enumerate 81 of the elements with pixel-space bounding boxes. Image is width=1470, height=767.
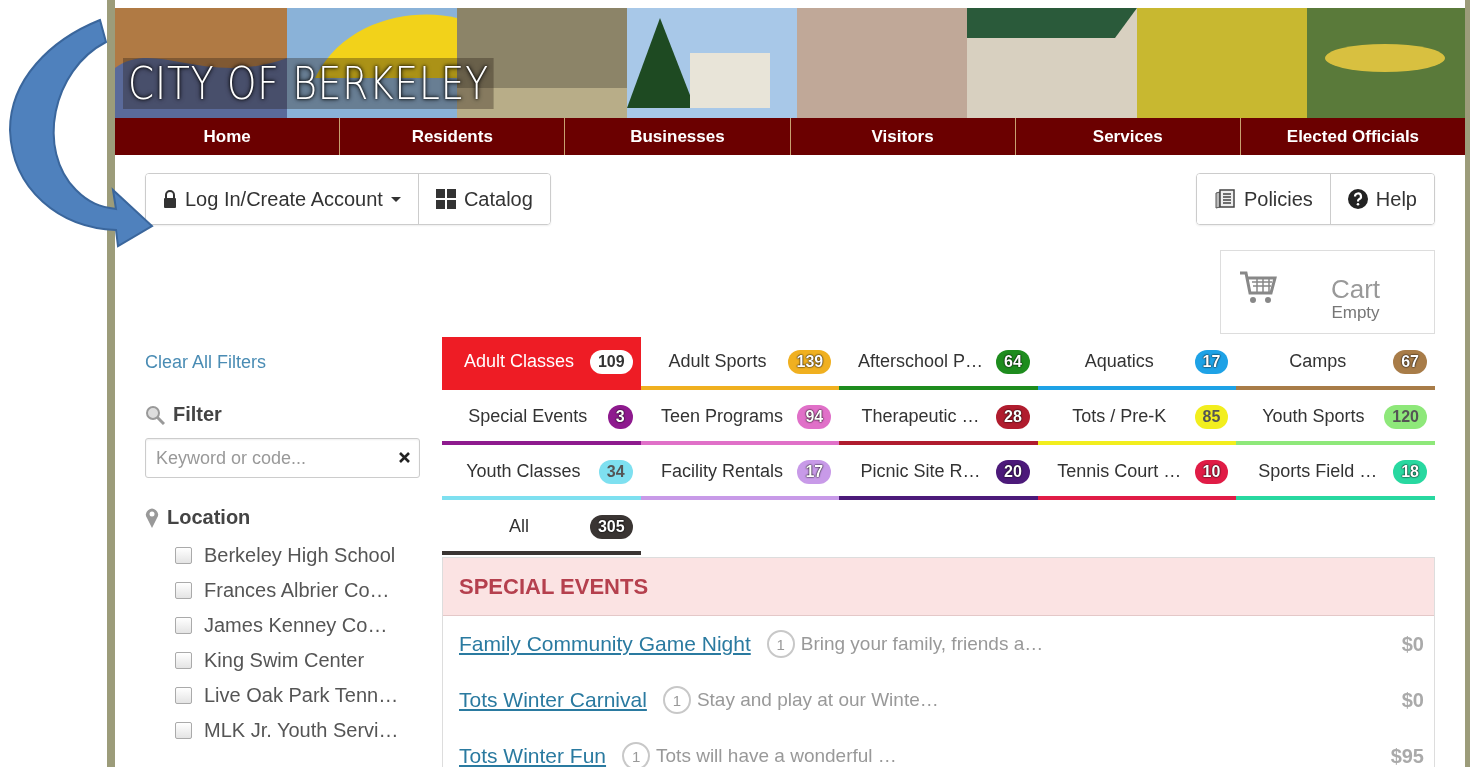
location-option: Frances Albrier Co… bbox=[204, 579, 390, 602]
section-title: SPECIAL EVENTS bbox=[459, 573, 649, 600]
nav-link[interactable]: Elected Officials bbox=[1239, 118, 1466, 155]
count-badge: 139 bbox=[788, 349, 832, 374]
count-badge: 17 bbox=[1194, 349, 1229, 374]
cart-title: Cart bbox=[1330, 275, 1381, 303]
location-heading: Location bbox=[167, 506, 251, 529]
checkbox[interactable] bbox=[175, 722, 192, 739]
category-tab[interactable]: Teen Programs 94 bbox=[640, 392, 840, 445]
event-price: $95 bbox=[1390, 744, 1424, 767]
event-description: Tots will have a wonderful … bbox=[656, 745, 898, 767]
category-tab[interactable]: Adult Sports 139 bbox=[640, 337, 840, 390]
map-pin-icon bbox=[145, 506, 159, 529]
count-badge: 109 bbox=[589, 349, 633, 374]
category-tab[interactable]: Tots / Pre-K 85 bbox=[1037, 392, 1237, 445]
event-link[interactable]: Tots Winter Carnival bbox=[459, 688, 647, 712]
count-badge: 10 bbox=[1194, 459, 1229, 484]
keyword-field[interactable]: Keyword or code... bbox=[145, 438, 420, 478]
filter-heading: Filter bbox=[173, 403, 222, 426]
nav-link[interactable]: Businesses bbox=[564, 118, 790, 155]
checkbox[interactable] bbox=[175, 687, 192, 704]
count-badge: 28 bbox=[996, 404, 1030, 429]
category-tab[interactable]: Afterschool P… 64 bbox=[839, 337, 1038, 390]
cart-status: Empty bbox=[1331, 303, 1380, 323]
clear-filters-link[interactable]: Clear All Filters bbox=[145, 352, 267, 373]
toolbar-button[interactable]: Policies bbox=[1196, 174, 1330, 224]
category-tab[interactable]: Youth Classes 34 bbox=[442, 447, 641, 500]
search-icon bbox=[145, 404, 165, 425]
cart-icon bbox=[1239, 271, 1277, 305]
event-price: $0 bbox=[1401, 688, 1424, 712]
cart-panel[interactable]: Cart Empty bbox=[1220, 250, 1435, 334]
nav-link[interactable]: Residents bbox=[339, 118, 565, 155]
count-badge: 1 bbox=[766, 630, 795, 658]
event-description: Bring your family, friends a… bbox=[800, 633, 1045, 655]
grid-icon bbox=[435, 189, 456, 209]
location-option: James Kenney Co… bbox=[204, 614, 388, 637]
category-tab[interactable]: Tennis Court … 10 bbox=[1037, 447, 1237, 500]
count-badge: 17 bbox=[797, 459, 832, 484]
count-badge: 1 bbox=[662, 686, 691, 714]
count-badge: 34 bbox=[598, 459, 633, 484]
category-tab[interactable]: Adult Classes 109 bbox=[442, 337, 641, 390]
category-tab[interactable]: Sports Field … 18 bbox=[1236, 447, 1435, 500]
count-badge: 1 bbox=[622, 742, 651, 767]
count-badge: 85 bbox=[1194, 404, 1229, 429]
count-badge: 305 bbox=[589, 514, 633, 539]
count-badge: 67 bbox=[1393, 349, 1427, 374]
nav-link[interactable]: Home bbox=[115, 118, 340, 155]
category-tab[interactable]: Camps 67 bbox=[1236, 337, 1435, 390]
checkbox[interactable] bbox=[175, 547, 192, 564]
category-tab[interactable]: Facility Rentals 17 bbox=[640, 447, 840, 500]
nav-link[interactable]: Visitors bbox=[789, 118, 1015, 155]
count-badge: 18 bbox=[1393, 459, 1427, 484]
count-badge: 94 bbox=[797, 404, 832, 429]
document-icon bbox=[1213, 189, 1236, 209]
category-tab[interactable]: Aquatics 17 bbox=[1037, 337, 1237, 390]
count-badge: 20 bbox=[996, 459, 1030, 484]
help-icon bbox=[1347, 189, 1368, 209]
toolbar-button[interactable]: Catalog bbox=[417, 174, 550, 224]
location-option: MLK Jr. Youth Servi… bbox=[204, 719, 399, 742]
category-tab[interactable]: Therapeutic … 28 bbox=[839, 392, 1038, 445]
location-option: King Swim Center bbox=[204, 649, 365, 672]
nav-link[interactable]: Services bbox=[1014, 118, 1240, 155]
event-price: $0 bbox=[1401, 632, 1424, 656]
clear-icon bbox=[399, 452, 410, 463]
toolbar-button[interactable]: Help bbox=[1329, 174, 1434, 224]
category-tab[interactable]: Picnic Site R… 20 bbox=[839, 447, 1038, 500]
count-badge: 3 bbox=[607, 404, 633, 429]
count-badge: 120 bbox=[1384, 404, 1427, 429]
category-tab[interactable]: Special Events 3 bbox=[442, 392, 641, 445]
location-option: Berkeley High School bbox=[204, 544, 396, 567]
category-tab[interactable]: Youth Sports 120 bbox=[1236, 392, 1435, 445]
checkbox[interactable] bbox=[175, 582, 192, 599]
event-description: Stay and play at our Winte… bbox=[696, 689, 940, 711]
location-option: Live Oak Park Tenn… bbox=[204, 684, 399, 707]
count-badge: 64 bbox=[996, 349, 1030, 374]
lock-icon bbox=[163, 190, 177, 208]
checkbox[interactable] bbox=[175, 617, 192, 634]
toolbar-button[interactable]: Log In/Create Account bbox=[146, 174, 418, 224]
checkbox[interactable] bbox=[175, 652, 192, 669]
event-link[interactable]: Family Community Game Night bbox=[459, 632, 751, 656]
event-link[interactable]: Tots Winter Fun bbox=[459, 744, 607, 767]
